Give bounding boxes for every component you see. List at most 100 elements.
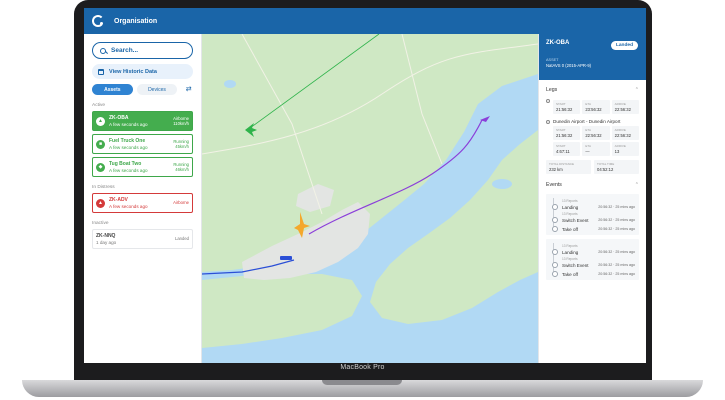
leg-item[interactable]: Dunedin Airport - Dunedin Airport START 2… [539,117,646,156]
event-item[interactable]: Switch Event 20:56:32 · 25 mins ago [550,262,635,268]
plane-icon: ▲ [96,116,105,126]
leg-cell-label: ARRIVE [614,128,626,132]
map-view[interactable] [202,34,538,363]
asset-name: ZK-ADV [109,197,128,203]
app-screen: Organisation Search... View Historic Dat… [84,8,646,363]
leg-bullet-icon [546,99,550,103]
asset-item-zk-nnq[interactable]: ZK-NNQ 1 day ago Landed [92,229,193,249]
calendar-icon [98,68,104,75]
summary-label: TOTAL TIME [597,162,615,166]
event-meta: 13 Reports [562,199,578,203]
legs-section-header[interactable]: Legs ⌃ [539,80,646,96]
logo-icon [92,15,104,27]
leg-summary: TOTAL DISTANCE 232 km TOTAL TIME 04:52:12 [539,156,646,178]
tab-devices[interactable]: Devices [136,84,178,95]
asset-details-panel: ZK-OBA Landed ASSET NatAVS 0 (2015-APR-9… [538,34,646,363]
summary-label: TOTAL DISTANCE [549,162,575,166]
leg-cell-label: ETA [585,128,591,132]
event-dot-icon [552,204,558,210]
summary-value: 232 km [549,167,563,172]
events-title: Events [546,182,562,188]
asset-item-zk-adv[interactable]: ▲ ZK-ADV A few seconds ago Airborne [92,193,193,213]
asset-speed: 46km/h [175,167,189,172]
summary-value: 04:52:12 [597,167,614,172]
event-item[interactable]: Take off 20:56:32 · 25 mins ago [550,271,635,277]
event-dot-icon [552,271,558,277]
asset-last-seen: 1 day ago [96,240,117,245]
event-time: 20:56:32 · 25 mins ago [598,205,635,209]
truck-icon: ■ [96,139,105,149]
event-item[interactable]: Landing 20:56:32 · 25 mins ago [550,249,635,255]
event-meta: 13 Reports [562,257,578,261]
asset-speed: 45km/h [175,144,189,149]
vessel-marker-blue[interactable] [280,256,292,260]
asset-status-text: Airborne [173,200,189,206]
event-name: Switch Event [562,262,589,268]
event-time: 20:56:32 · 25 mins ago [598,218,635,222]
asset-item-fuel-truck-one[interactable]: ■ Fuel Truck One A few seconds ago Runni… [92,134,193,154]
asset-name: ZK-NNQ [96,233,116,239]
asset-status: Running 45km/h [173,139,189,150]
asset-name: Tug Boat Two [109,161,142,167]
leg-cell-value: 4:67:11 [556,149,570,154]
event-group: 13 Reports Landing 20:56:32 · 25 mins ago… [546,194,639,235]
lake [224,80,236,88]
event-name: Landing [562,204,579,210]
asset-status-text: Landed [175,236,189,242]
chevron-up-icon[interactable]: ⌃ [635,87,639,93]
leg-cell-value: 22:56:32 [585,133,602,138]
section-active-label: Active [92,103,106,108]
asset-status: Airborne [173,200,189,206]
view-historic-data-label: View Historic Data [109,68,157,75]
leg-cell-label: ETA [585,102,591,106]
search-input[interactable]: Search... [92,42,193,59]
map-canvas [202,34,538,348]
view-toggle: Assets Devices ⇄ [92,84,193,95]
event-item[interactable]: Take off 20:56:32 · 25 mins ago [550,226,635,232]
asset-item-tug-boat-two[interactable]: ◆ Tug Boat Two A few seconds ago Running… [92,157,193,177]
leg-item[interactable]: START 21:56:32 ETA 23:56:32 ARRIVE 22:56:32 [539,96,646,114]
tab-assets[interactable]: Assets [92,84,133,95]
search-placeholder: Search... [111,47,139,54]
event-name: Switch Event [562,217,589,223]
leg-cell-label: ARRIVE [614,144,626,148]
event-time: 20:56:32 · 25 mins ago [598,263,635,267]
swap-icon[interactable]: ⇄ [184,85,193,94]
boat-icon: ◆ [96,162,105,172]
leg-cell-label: ARRIVE [614,102,626,106]
device-brand-label: MacBook Pro [340,364,385,371]
event-meta: 13 Reports [562,244,578,248]
asset-details-header: ZK-OBA Landed ASSET NatAVS 0 (2015-APR-9… [539,34,646,80]
asset-speed: 110km/h [173,121,189,126]
laptop-notch [322,380,402,385]
section-inactive-label: Inactive [92,221,109,226]
asset-last-seen: A few seconds ago [109,204,148,209]
view-historic-data-button[interactable]: View Historic Data [92,64,193,79]
event-item[interactable]: Switch Event 20:56:32 · 25 mins ago [550,217,635,223]
event-name: Take off [562,226,579,232]
event-item[interactable]: Landing 20:56:32 · 25 mins ago [550,204,635,210]
section-distress-label: In Distress [92,185,115,190]
event-dot-icon [552,262,558,268]
asset-status: Airborne 110km/h [173,116,189,127]
event-time: 20:56:32 · 25 mins ago [598,272,635,276]
leg-title: Dunedin Airport - Dunedin Airport [553,119,621,124]
status-badge: Landed [610,41,638,50]
event-name: Landing [562,249,579,255]
leg-cell-value: 13 [614,149,620,154]
leg-cell-value: — [585,149,590,154]
chevron-up-icon[interactable]: ⌃ [635,182,639,188]
land-south [202,274,362,348]
asset-last-seen: A few seconds ago [109,145,148,150]
asset-last-seen: A few seconds ago [109,122,148,127]
event-dot-icon [552,226,558,232]
leg-cell-value: 21:56:32 [556,133,573,138]
plane-icon: ▲ [96,198,105,208]
app-header: Organisation [84,8,646,34]
event-meta: 13 Reports [562,212,578,216]
sidebar: Search... View Historic Data Assets Devi… [84,34,202,363]
event-dot-icon [552,217,558,223]
events-section-header[interactable]: Events ⌃ [539,178,646,191]
asset-item-zk-oba[interactable]: ▲ ZK-OBA A few seconds ago Airborne 110k… [92,111,193,131]
leg-cell-label: ETA [585,144,591,148]
